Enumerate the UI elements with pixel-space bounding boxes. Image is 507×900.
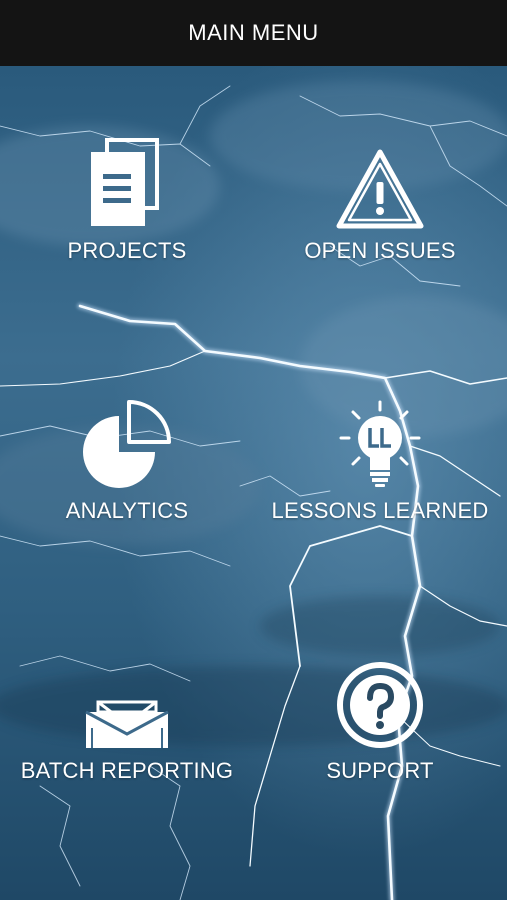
warning-icon	[320, 130, 440, 230]
page-title: MAIN MENU	[188, 20, 319, 45]
app-header: MAIN MENU	[0, 0, 507, 66]
menu-item-batch-reporting[interactable]: BATCH REPORTING	[0, 650, 254, 900]
menu-item-label: PROJECTS	[67, 238, 187, 263]
documents-icon	[67, 130, 187, 230]
menu-item-projects[interactable]: PROJECTS	[0, 130, 254, 390]
menu-item-label: ANALYTICS	[65, 498, 189, 523]
menu-item-label: OPEN ISSUES	[304, 238, 456, 263]
main-menu-grid: PROJECTS OPEN ISSUES ANALYTICS LESSONS L…	[0, 66, 507, 900]
menu-item-label: BATCH REPORTING	[20, 758, 234, 783]
help-icon	[320, 650, 440, 750]
menu-item-label: LESSONS LEARNED	[271, 498, 489, 523]
menu-item-label: SUPPORT	[326, 758, 434, 783]
menu-item-support[interactable]: SUPPORT	[253, 650, 507, 900]
envelope-icon	[67, 650, 187, 750]
pie-chart-icon	[67, 390, 187, 490]
lightbulb-icon	[320, 390, 440, 490]
menu-item-analytics[interactable]: ANALYTICS	[0, 390, 254, 650]
menu-item-open-issues[interactable]: OPEN ISSUES	[253, 130, 507, 390]
menu-item-lessons-learned[interactable]: LESSONS LEARNED	[253, 390, 507, 650]
